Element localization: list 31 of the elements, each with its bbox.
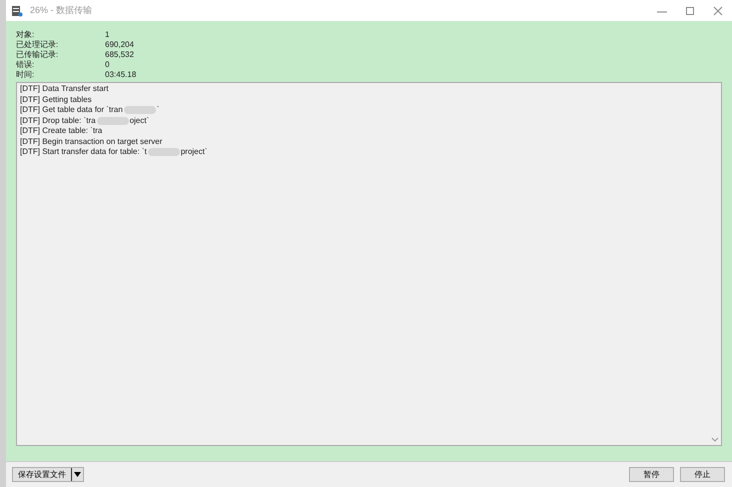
stat-label: 时间: xyxy=(16,70,36,80)
dropdown-arrow-icon[interactable] xyxy=(73,472,82,478)
stat-label: 对象: xyxy=(16,30,36,40)
log-line: [DTF] Start transfer data for table: `t xyxy=(20,147,147,158)
stat-value: 0 xyxy=(105,60,110,70)
action-button[interactable]: 暂停 xyxy=(629,467,674,482)
redaction-blur xyxy=(148,148,180,156)
log-line-end: oject` xyxy=(130,116,150,126)
log-line: [DTF] Create table: `tra xyxy=(20,126,102,136)
stat-label: 已传输记录: xyxy=(16,50,60,60)
stat-value: 1 xyxy=(105,30,110,40)
action-button[interactable]: 停止 xyxy=(680,467,725,482)
log-line-end: ` xyxy=(156,105,160,116)
stat-value: 690,204 xyxy=(105,40,134,50)
stat-value: 03:45.18 xyxy=(105,70,136,80)
log-line-end: project` xyxy=(180,147,208,158)
window-title: 26% - 数据传输 xyxy=(30,4,92,17)
stat-label: 错误: xyxy=(16,60,36,70)
save-settings-button[interactable]: 保存设置文件 xyxy=(13,468,72,481)
log-line: [DTF] Getting tables xyxy=(20,94,92,105)
log-line: [DTF] Data Transfer start xyxy=(20,84,108,94)
stat-value: 685,532 xyxy=(105,50,134,60)
app-icon xyxy=(11,4,23,16)
redaction-blur xyxy=(96,116,129,125)
log-line: [DTF] Get table data for `tran xyxy=(20,105,123,116)
log-line: [DTF] Drop table: `tra xyxy=(20,116,96,126)
stat-label: 已处理记录: xyxy=(16,40,60,50)
log-line: [DTF] Begin transaction on target server xyxy=(20,136,162,147)
redaction-blur xyxy=(124,106,156,114)
save-settings-split-button[interactable]: 保存设置文件 xyxy=(12,467,84,482)
scroll-down-icon[interactable] xyxy=(711,437,719,443)
